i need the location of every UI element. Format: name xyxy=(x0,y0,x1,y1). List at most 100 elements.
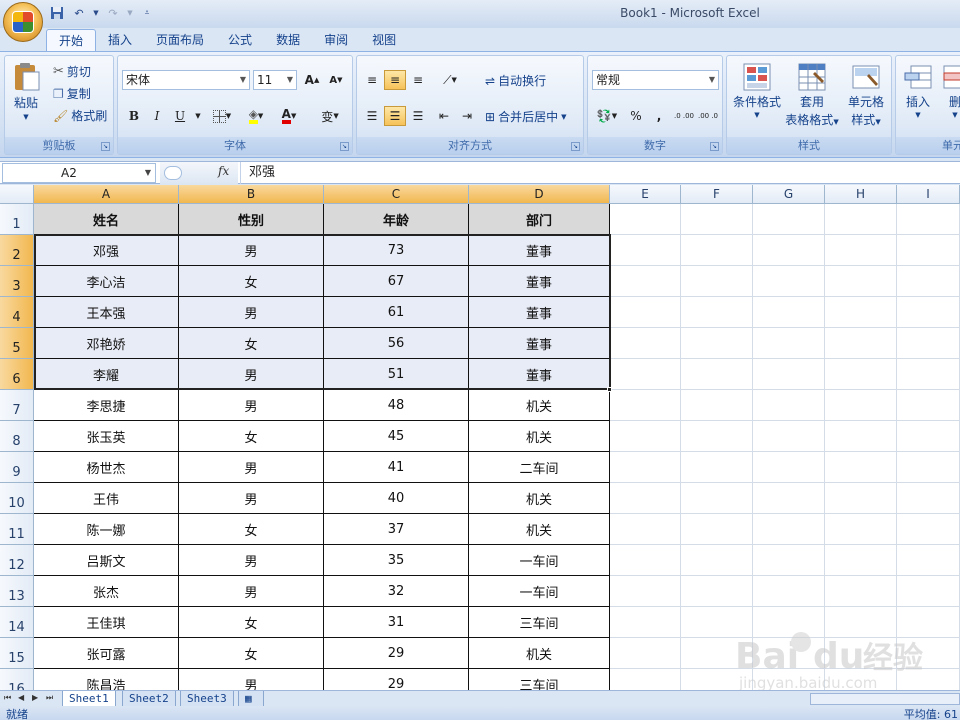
table-cell[interactable]: 一车间 xyxy=(469,576,610,607)
empty-cell[interactable] xyxy=(610,266,681,297)
row-header-14[interactable]: 14 xyxy=(0,607,34,638)
empty-cell[interactable] xyxy=(753,266,825,297)
tab-insert[interactable]: 插入 xyxy=(96,29,144,52)
empty-cell[interactable] xyxy=(753,359,825,390)
insert-sheet-icon[interactable]: ▦ xyxy=(238,691,264,707)
table-cell[interactable]: 王佳琪 xyxy=(34,607,179,638)
fill-handle[interactable] xyxy=(607,387,612,392)
table-cell[interactable]: 机关 xyxy=(469,483,610,514)
clipboard-launcher-icon[interactable]: ↘ xyxy=(101,142,110,151)
empty-cell[interactable] xyxy=(681,204,753,235)
increase-decimal-button[interactable]: .0 .00 xyxy=(672,106,696,126)
table-header-cell[interactable]: 部门 xyxy=(469,204,610,235)
table-cell[interactable]: 31 xyxy=(324,607,469,638)
table-header-cell[interactable]: 年龄 xyxy=(324,204,469,235)
row-header-9[interactable]: 9 xyxy=(0,452,34,483)
row-header-7[interactable]: 7 xyxy=(0,390,34,421)
format-painter-button[interactable]: 🖌 格式刷 xyxy=(53,107,107,124)
empty-cell[interactable] xyxy=(825,669,897,690)
empty-cell[interactable] xyxy=(610,452,681,483)
table-cell[interactable]: 杨世杰 xyxy=(34,452,179,483)
worksheet-grid[interactable]: A B C D E F G H I 1 姓名 性别 年龄 部门 2 邓强男 73 董事 3 李心洁女 67 董事 4 王本强男… xyxy=(0,185,960,690)
empty-cell[interactable] xyxy=(897,483,960,514)
table-cell[interactable]: 32 xyxy=(324,576,469,607)
empty-cell[interactable] xyxy=(825,328,897,359)
row-header-12[interactable]: 12 xyxy=(0,545,34,576)
empty-cell[interactable] xyxy=(825,390,897,421)
empty-cell[interactable] xyxy=(610,359,681,390)
table-cell[interactable]: 男 xyxy=(179,359,324,390)
grow-font-button[interactable]: A ▲ xyxy=(301,70,323,90)
formula-input[interactable]: 邓强 xyxy=(240,162,958,184)
column-header-a[interactable]: A xyxy=(34,185,179,204)
sheet-tab-3[interactable]: Sheet3 xyxy=(180,691,234,707)
table-cell[interactable]: 45 xyxy=(324,421,469,452)
table-cell[interactable]: 40 xyxy=(324,483,469,514)
percent-button[interactable]: % xyxy=(625,106,647,126)
table-cell[interactable]: 35 xyxy=(324,545,469,576)
delete-cells-button[interactable]: 删 ▼ xyxy=(940,62,960,119)
table-cell[interactable]: 董事 xyxy=(469,328,610,359)
orientation-button[interactable]: ⟋ ▼ xyxy=(435,70,465,90)
empty-cell[interactable] xyxy=(681,235,753,266)
table-cell[interactable]: 机关 xyxy=(469,421,610,452)
empty-cell[interactable] xyxy=(610,607,681,638)
number-format-combo[interactable]: 常规 ▼ xyxy=(592,70,719,90)
table-cell[interactable]: 男 xyxy=(179,297,324,328)
empty-cell[interactable] xyxy=(610,328,681,359)
table-cell[interactable]: 张可露 xyxy=(34,638,179,669)
empty-cell[interactable] xyxy=(825,452,897,483)
empty-cell[interactable] xyxy=(681,669,753,690)
table-cell[interactable]: 陈一娜 xyxy=(34,514,179,545)
empty-cell[interactable] xyxy=(897,266,960,297)
empty-cell[interactable] xyxy=(825,545,897,576)
empty-cell[interactable] xyxy=(681,576,753,607)
empty-cell[interactable] xyxy=(825,266,897,297)
empty-cell[interactable] xyxy=(897,452,960,483)
last-sheet-icon[interactable]: ⏭ xyxy=(46,693,53,703)
empty-cell[interactable] xyxy=(681,514,753,545)
empty-cell[interactable] xyxy=(753,204,825,235)
empty-cell[interactable] xyxy=(753,452,825,483)
table-cell[interactable]: 男 xyxy=(179,545,324,576)
empty-cell[interactable] xyxy=(681,359,753,390)
table-cell[interactable]: 陈昌浩 xyxy=(34,669,179,690)
empty-cell[interactable] xyxy=(610,235,681,266)
empty-cell[interactable] xyxy=(753,514,825,545)
row-header-13[interactable]: 13 xyxy=(0,576,34,607)
table-cell[interactable]: 王本强 xyxy=(34,297,179,328)
table-cell[interactable]: 男 xyxy=(179,452,324,483)
sheet-tab-2[interactable]: Sheet2 xyxy=(122,691,176,707)
empty-cell[interactable] xyxy=(897,421,960,452)
table-cell[interactable]: 三车间 xyxy=(469,669,610,690)
tab-home[interactable]: 开始 xyxy=(46,29,97,52)
table-cell[interactable]: 董事 xyxy=(469,266,610,297)
empty-cell[interactable] xyxy=(825,576,897,607)
number-launcher-icon[interactable]: ↘ xyxy=(710,142,719,151)
table-cell[interactable]: 61 xyxy=(324,297,469,328)
horizontal-scrollbar[interactable] xyxy=(810,693,960,705)
empty-cell[interactable] xyxy=(825,297,897,328)
fill-color-button[interactable]: ◈ ▼ xyxy=(245,106,267,126)
empty-cell[interactable] xyxy=(897,204,960,235)
table-cell[interactable]: 女 xyxy=(179,514,324,545)
row-header-4[interactable]: 4 xyxy=(0,297,34,328)
column-header-h[interactable]: H xyxy=(825,185,897,204)
empty-cell[interactable] xyxy=(753,607,825,638)
empty-cell[interactable] xyxy=(897,390,960,421)
empty-cell[interactable] xyxy=(681,638,753,669)
table-cell[interactable]: 37 xyxy=(324,514,469,545)
next-sheet-icon[interactable]: ▶ xyxy=(32,693,38,702)
empty-cell[interactable] xyxy=(825,359,897,390)
table-cell[interactable]: 张杰 xyxy=(34,576,179,607)
row-header-1[interactable]: 1 xyxy=(0,204,34,235)
column-header-c[interactable]: C xyxy=(324,185,469,204)
table-cell[interactable]: 机关 xyxy=(469,514,610,545)
empty-cell[interactable] xyxy=(825,421,897,452)
font-name-combo[interactable]: 宋体 ▼ xyxy=(122,70,250,90)
increase-indent-button[interactable]: ⇥ xyxy=(456,106,478,126)
row-header-3[interactable]: 3 xyxy=(0,266,34,297)
insert-function-icon[interactable]: fx xyxy=(218,164,229,178)
insert-cells-button[interactable]: 插入 ▼ xyxy=(900,62,936,119)
column-header-b[interactable]: B xyxy=(179,185,324,204)
